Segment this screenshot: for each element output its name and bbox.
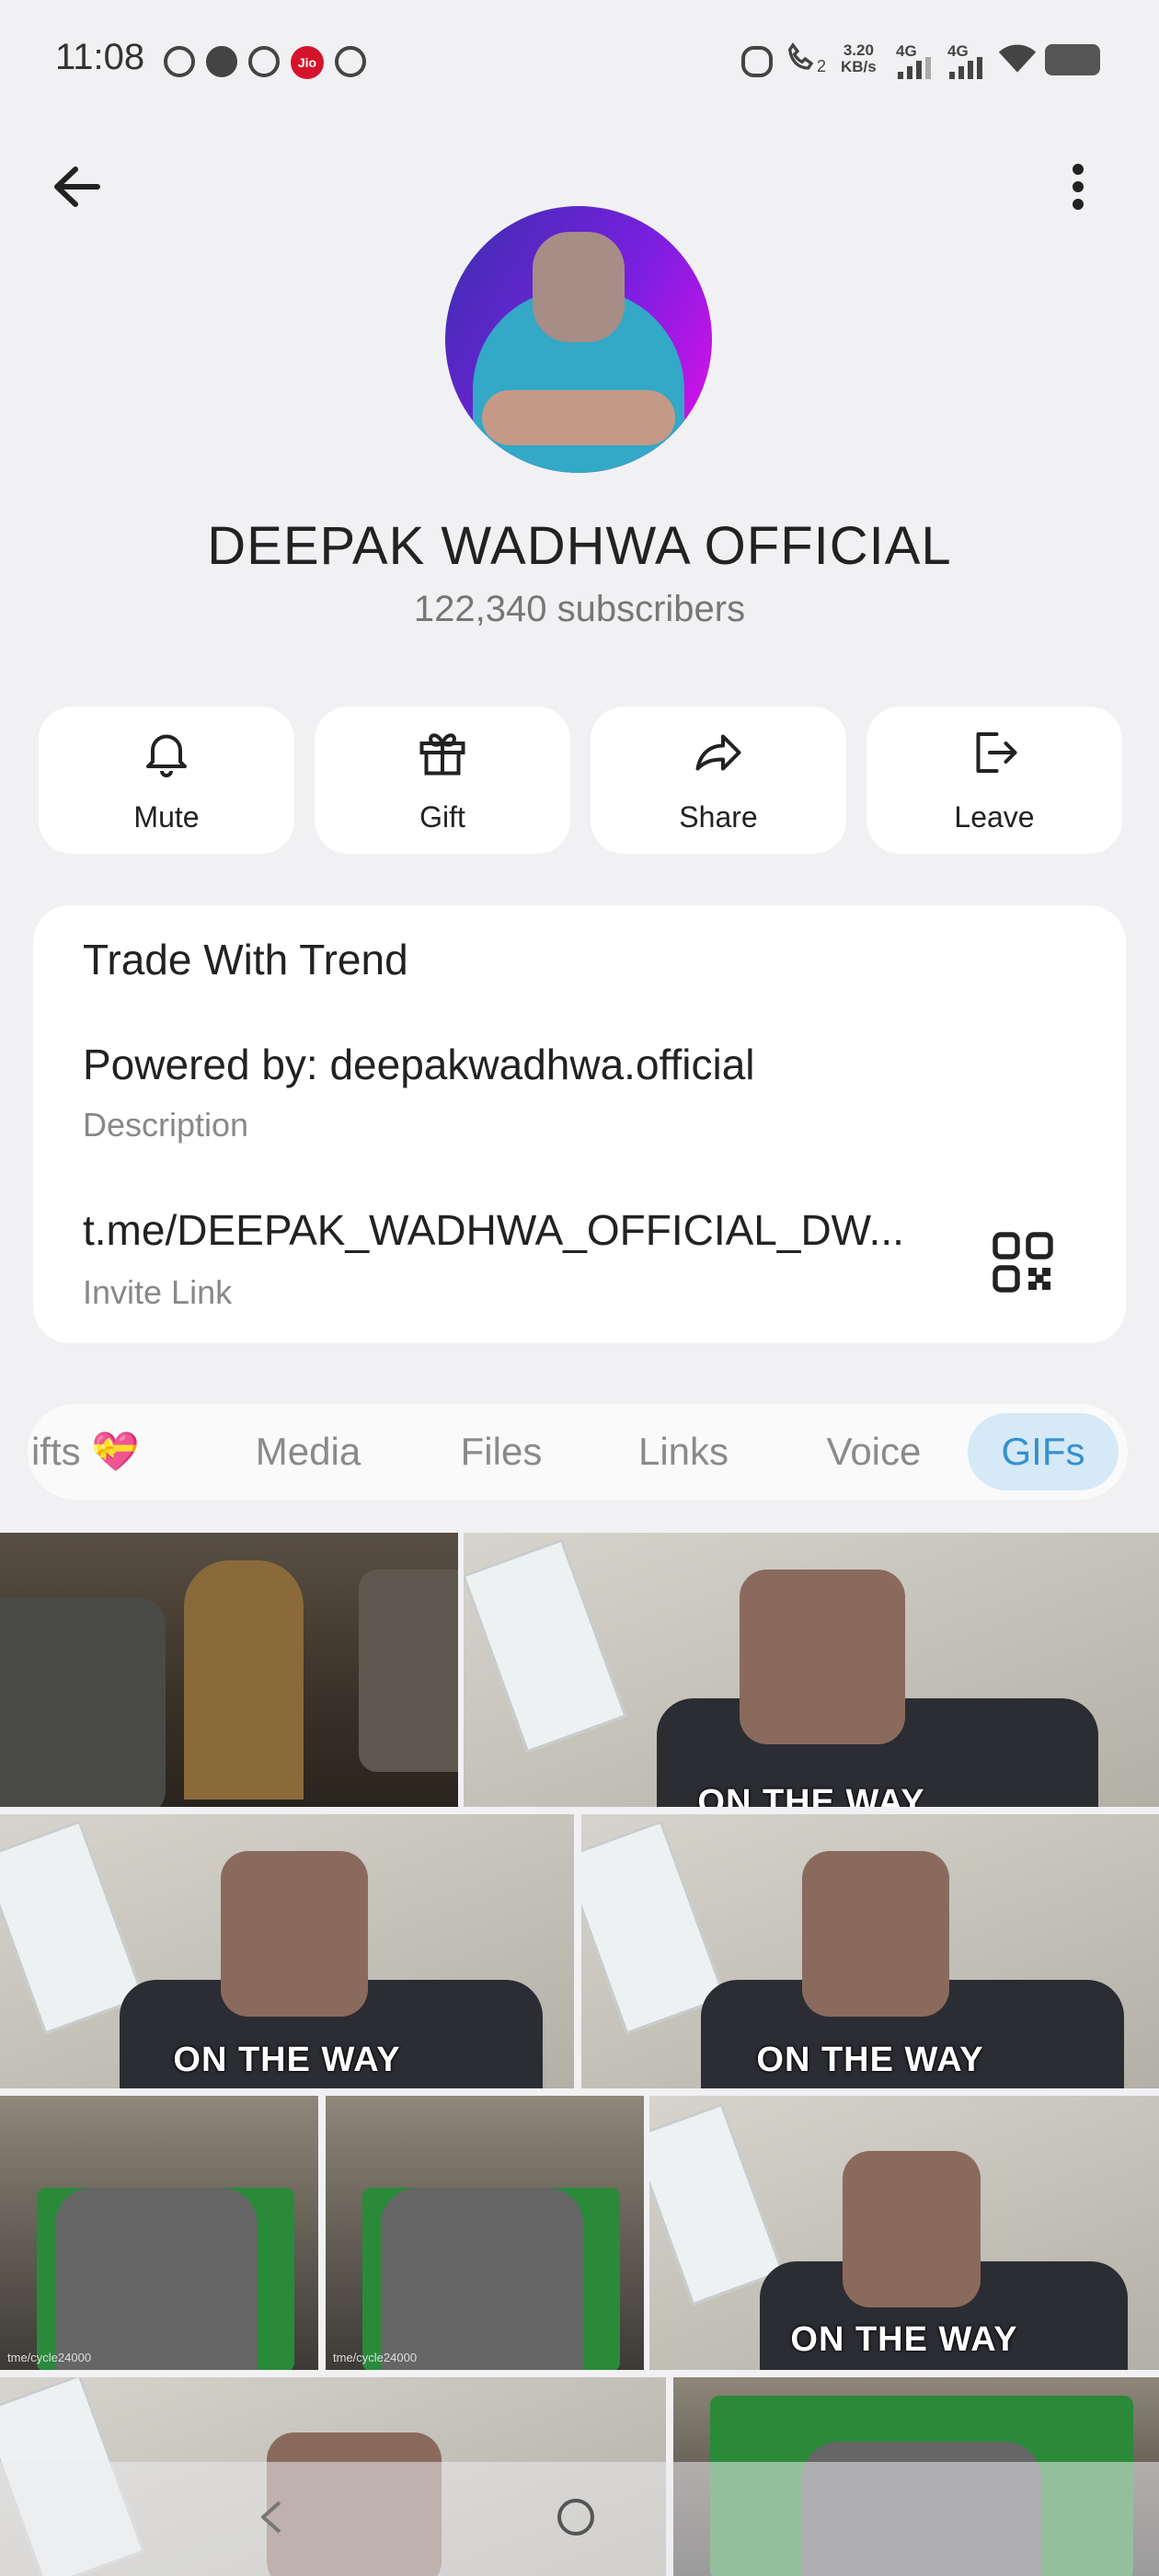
share-icon [695,734,741,771]
viber-icon [335,46,366,77]
media-tabs: ifts 💝 Media Files Links Voice GIFs [28,1404,1128,1500]
gift-icon [419,733,465,776]
back-button[interactable] [44,155,118,219]
share-label: Share [679,800,758,834]
tab-media[interactable]: Media [221,1404,396,1500]
channel-title: Trade With Trend [83,936,408,983]
avatar-arms [482,390,675,445]
gif-watermark: tme/cycle24000 [7,2351,92,2364]
wifi-icon [998,44,1037,73]
sim-number: 2 [817,57,827,75]
whatsapp-icon [164,46,195,77]
tab-gifts[interactable]: ifts 💝 [31,1404,188,1500]
tab-files[interactable]: Files [423,1404,580,1500]
mute-label: Mute [133,800,200,834]
gif-item[interactable]: ON THE WAY [464,1533,1159,1807]
invite-link-label: Invite Link [83,1273,233,1311]
status-time: 11:08 [55,37,145,77]
gif-item[interactable]: ON THE WAY [649,2096,1159,2370]
channel-description[interactable]: Powered by: deepakwadhwa.official [83,1040,755,1089]
network-speed: 3.20 KB/s [841,41,877,75]
gif-item[interactable]: tme/cycle24000 [326,2096,644,2370]
leave-icon [976,732,1017,773]
channel-name: DEEPAK WADHWA OFFICIAL [207,516,952,576]
wifi-call-icon [787,42,814,70]
subscriber-count: 122,340 subscribers [413,589,746,629]
alarm-icon [741,46,773,77]
gif-item[interactable]: ON THE WAY [581,1814,1159,2088]
invite-link[interactable]: t.me/DEEPAK_WADHWA_OFFICIAL_DW... [83,1205,904,1255]
avatar-head [533,232,625,342]
tab-gifs[interactable]: GIFs [968,1413,1119,1490]
bell-icon [146,734,187,777]
gift-button[interactable]: Gift [315,707,570,854]
channel-avatar[interactable] [445,206,712,473]
more-options-button[interactable] [1049,155,1107,219]
mute-button[interactable]: Mute [39,707,294,854]
battery-icon [1045,44,1100,75]
share-button[interactable]: Share [591,707,846,854]
gif-caption: ON THE WAY [756,2041,984,2079]
nav-home-icon[interactable] [557,2499,594,2536]
qr-code-button[interactable] [990,1229,1056,1295]
gif-caption: ON THE WAY [790,2320,1018,2359]
tab-links[interactable]: Links [605,1404,762,1500]
message-icon [206,46,237,77]
channel-info-card: Trade With Trend Powered by: deepakwadhw… [33,905,1126,1343]
jio-icon: Jio [291,46,324,79]
signal-icon [949,57,982,79]
leave-button[interactable]: Leave [866,707,1122,854]
leave-label: Leave [954,800,1035,834]
gift-label: Gift [419,800,465,834]
tab-voice[interactable]: Voice [791,1404,957,1500]
description-label: Description [83,1106,249,1144]
gif-item[interactable]: ON THE WAY [0,1814,574,2088]
gif-caption: ON THE WAY [173,2041,401,2079]
gif-watermark: tme/cycle24000 [333,2351,418,2364]
gif-item[interactable] [0,1533,458,1807]
gif-item[interactable]: tme/cycle24000 [0,2096,318,2370]
status-bar: 11:08 Jio 2 3.20 KB/s 4G 4G [0,0,1159,120]
signal-icon [898,57,931,79]
link-icon [248,46,280,77]
gif-caption: ON THE WAY [697,1783,925,1807]
nav-back-icon[interactable] [258,2499,285,2536]
